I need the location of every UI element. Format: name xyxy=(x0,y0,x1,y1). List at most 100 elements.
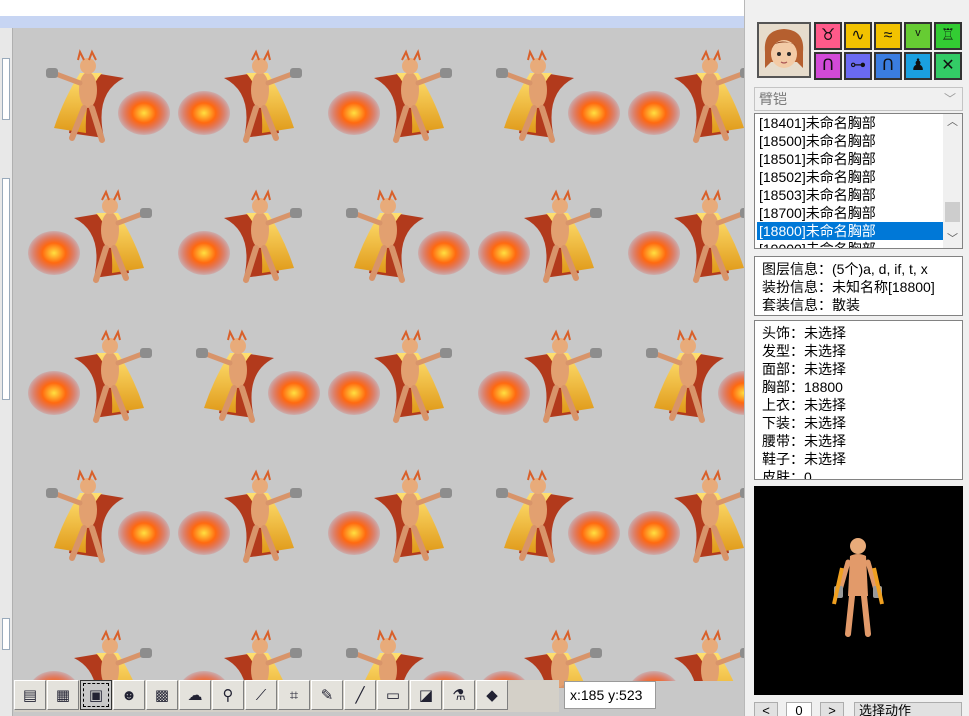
belt-icon: ⊶ xyxy=(850,57,866,74)
eraser-icon: ◪ xyxy=(418,686,434,704)
canvas-header-bar xyxy=(0,16,744,28)
ruler-mark xyxy=(2,618,10,650)
hair-icon: ∿ xyxy=(851,27,865,44)
measure-tool-button[interactable]: ⟋ xyxy=(245,680,277,710)
scroll-down-icon[interactable]: ﹀ xyxy=(943,231,962,248)
frame-number-field[interactable]: 0 xyxy=(786,702,812,716)
chest-icon: ᵛ xyxy=(915,27,921,44)
crop-tool-button[interactable]: ⌗ xyxy=(278,680,310,710)
character-preview xyxy=(754,486,963,695)
canvas-strip xyxy=(656,681,744,709)
sprite-frame xyxy=(178,52,302,140)
rectangle-tool-button[interactable]: ▭ xyxy=(377,680,409,710)
avatar-portrait-icon xyxy=(764,29,804,68)
slot-summary-line: 头饰：未选择 xyxy=(762,325,846,341)
sprite-frame xyxy=(478,332,602,420)
slot-summary-line: 发型：未选择 xyxy=(762,343,846,359)
zoom-icon: ⚲ xyxy=(222,686,234,704)
pencil-icon: ✎ xyxy=(320,686,334,704)
sprite-frame xyxy=(628,192,744,280)
sprite-frame xyxy=(178,472,302,560)
palette-tool-button[interactable]: ▦ xyxy=(47,680,79,710)
title-strip xyxy=(0,0,744,16)
list-item[interactable]: [18800]未命名胸部 xyxy=(757,222,944,240)
zoom-tool-button[interactable]: ⚲ xyxy=(212,680,244,710)
prev-frame-button[interactable]: < xyxy=(754,702,778,716)
sprite-frame xyxy=(478,192,602,280)
weapon-slot-button[interactable]: ✕ xyxy=(934,52,962,80)
frame-tool-button[interactable]: ▣ xyxy=(80,680,112,710)
sprite-frame xyxy=(196,332,320,420)
ruler-mark xyxy=(2,58,10,120)
sprite-frame xyxy=(178,192,302,280)
sprite-frame xyxy=(628,632,744,688)
pants-icon: Ո xyxy=(822,57,834,74)
list-item[interactable]: [19000]未命名胸部 xyxy=(757,240,944,248)
frame-icon: ▣ xyxy=(88,686,104,704)
pants-slot-button[interactable]: Ո xyxy=(814,52,842,80)
eraser-tool-button[interactable]: ◪ xyxy=(410,680,442,710)
face-icon: ≈ xyxy=(883,27,893,44)
cat-tool-button[interactable]: ☻ xyxy=(113,680,145,710)
category-select[interactable]: 臂铠 ﹀ xyxy=(754,87,963,111)
face-slot-button[interactable]: ≈ xyxy=(874,22,902,50)
slot-summary-box: 头饰：未选择 发型：未选择 面部：未选择 胸部：18800 上衣：未选择 下装：未选择 腰带… xyxy=(754,320,963,480)
preview-figure xyxy=(832,538,884,637)
list-item[interactable]: [18501]未命名胸部 xyxy=(757,150,944,168)
item-list[interactable]: [18401]未命名胸部 [18500]未命名胸部 [18501]未命名胸部 [185… xyxy=(754,113,963,249)
film-tool-button[interactable]: ▩ xyxy=(146,680,178,710)
slot-summary-line: 下装：未选择 xyxy=(762,415,846,431)
next-frame-button[interactable]: > xyxy=(820,702,844,716)
belt-slot-button[interactable]: ⊶ xyxy=(844,52,872,80)
shoes-slot-button[interactable]: Ո xyxy=(874,52,902,80)
list-item[interactable]: [18700]未命名胸部 xyxy=(757,204,944,222)
list-item[interactable]: [18401]未命名胸部 xyxy=(757,114,944,132)
scroll-thumb[interactable] xyxy=(945,202,960,222)
sprite-frame xyxy=(646,332,744,420)
list-scrollbar[interactable]: ︿ ﹀ xyxy=(943,114,962,248)
shoes-icon: Ո xyxy=(882,57,894,74)
list-item[interactable]: [18500]未命名胸部 xyxy=(757,132,944,150)
horns-slot-button[interactable]: ♉ xyxy=(814,22,842,50)
hair-slot-button[interactable]: ∿ xyxy=(844,22,872,50)
sprite-frame xyxy=(46,472,170,560)
eyedropper-tool-button[interactable]: ⚗ xyxy=(443,680,475,710)
top-slot-button[interactable]: ♖ xyxy=(934,22,962,50)
cloud-tool-button[interactable]: ☁ xyxy=(179,680,211,710)
sprite-frame xyxy=(328,332,452,420)
sprite-frame xyxy=(328,52,452,140)
bucket-icon: ◆ xyxy=(486,686,498,704)
scroll-up-icon[interactable]: ︿ xyxy=(943,114,962,131)
bucket-tool-button[interactable]: ◆ xyxy=(476,680,508,710)
chest-slot-button[interactable]: ᵛ xyxy=(904,22,932,50)
cloud-icon: ☁ xyxy=(187,686,203,704)
layout-icon: ▤ xyxy=(22,686,38,704)
cat-icon: ☻ xyxy=(121,686,137,704)
measure-icon: ⟋ xyxy=(255,686,267,704)
list-item[interactable]: [18502]未命名胸部 xyxy=(757,168,944,186)
pencil-tool-button[interactable]: ✎ xyxy=(311,680,343,710)
canvas-ruler xyxy=(0,28,13,716)
sprite-frame xyxy=(328,472,452,560)
rectangle-icon: ▭ xyxy=(385,686,401,704)
horns-icon: ♉ xyxy=(820,27,836,44)
palette-icon: ▦ xyxy=(55,686,71,704)
layout-tool-button[interactable]: ▤ xyxy=(14,680,46,710)
slot-summary-line: 胸部：18800 xyxy=(762,379,843,395)
line-tool-button[interactable]: ╱ xyxy=(344,680,376,710)
body-slot-button[interactable]: ♟ xyxy=(904,52,932,80)
crop-icon: ⌗ xyxy=(289,686,299,704)
sprite-frame xyxy=(46,52,170,140)
ruler-mark xyxy=(2,178,10,400)
layer-info-box: 图层信息：(5个)a, d, if, t, x 装扮信息：未知名称[18800] 套… xyxy=(754,256,963,316)
action-select[interactable]: 选择动作 xyxy=(854,702,962,716)
category-label: 臂铠 xyxy=(759,91,787,107)
chevron-down-icon: ﹀ xyxy=(943,92,956,106)
top-icon: ♖ xyxy=(940,27,956,44)
weapon-icon: ✕ xyxy=(941,57,955,74)
character-avatar[interactable] xyxy=(757,22,811,78)
sprite-frame xyxy=(496,52,620,140)
frame-navigation: < 0 > 选择动作 xyxy=(754,700,966,716)
list-item[interactable]: [18503]未命名胸部 xyxy=(757,186,944,204)
tool-palette: ▤ ▦ ▣ ☻ ▩ ☁ ⚲ ⟋ ⌗ ✎ ╱ ▭ ◪ ⚗ ◆ xyxy=(14,680,559,712)
